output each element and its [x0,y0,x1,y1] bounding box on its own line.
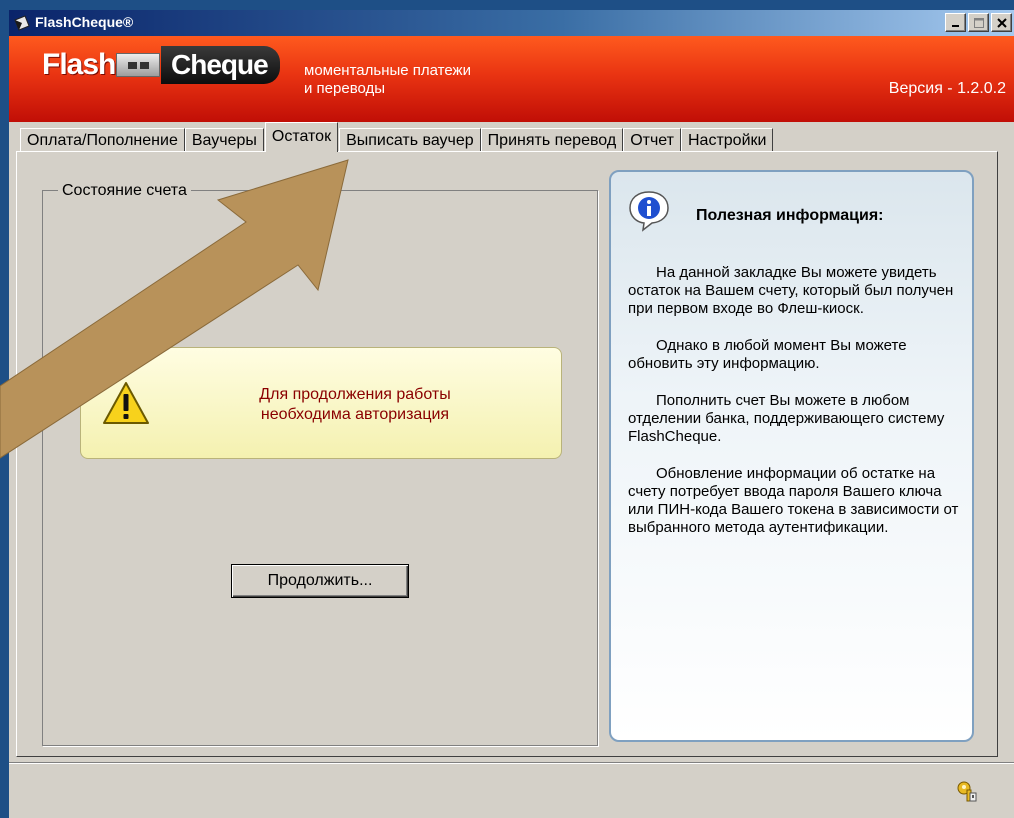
minimize-icon [951,24,959,27]
tagline-line1: моментальные платежи [304,62,471,79]
window-controls [945,13,1012,32]
tab-receive-transfer[interactable]: Принять перевод [480,128,624,152]
minimize-button[interactable] [945,13,966,32]
usb-connector-icon [116,53,160,77]
maximize-button[interactable] [968,13,989,32]
tab-issue-voucher[interactable]: Выписать ваучер [339,128,481,152]
close-button[interactable] [991,13,1012,32]
tab-payment[interactable]: Оплата/Пополнение [20,128,185,152]
tab-balance[interactable]: Остаток [264,122,339,152]
key-icon[interactable] [956,780,978,802]
app-icon [14,15,30,31]
title-bar[interactable]: FlashCheque® [9,10,1014,36]
tab-report[interactable]: Отчет [623,128,681,152]
status-bar [9,762,1014,809]
tagline-line2: и переводы [304,80,386,97]
version-label: Версия - 1.2.0.2 [888,80,1006,97]
close-icon [996,17,1007,28]
logo-cheque-text: Cheque [161,46,280,84]
tab-settings[interactable]: Настройки [681,128,774,152]
tab-strip: Оплата/Пополнение Ваучеры Остаток Выписа… [20,122,774,152]
window-title: FlashCheque® [35,14,134,30]
tab-panel [16,151,998,757]
maximize-icon [973,17,984,28]
logo-flash-text: Flash [42,48,116,81]
tagline: моментальные платежи и переводы [304,62,471,98]
account-status-label: Состояние счета [58,182,191,200]
header-banner: Flash Cheque моментальные платежи и пере… [9,36,1014,122]
tab-vouchers[interactable]: Ваучеры [184,128,264,152]
